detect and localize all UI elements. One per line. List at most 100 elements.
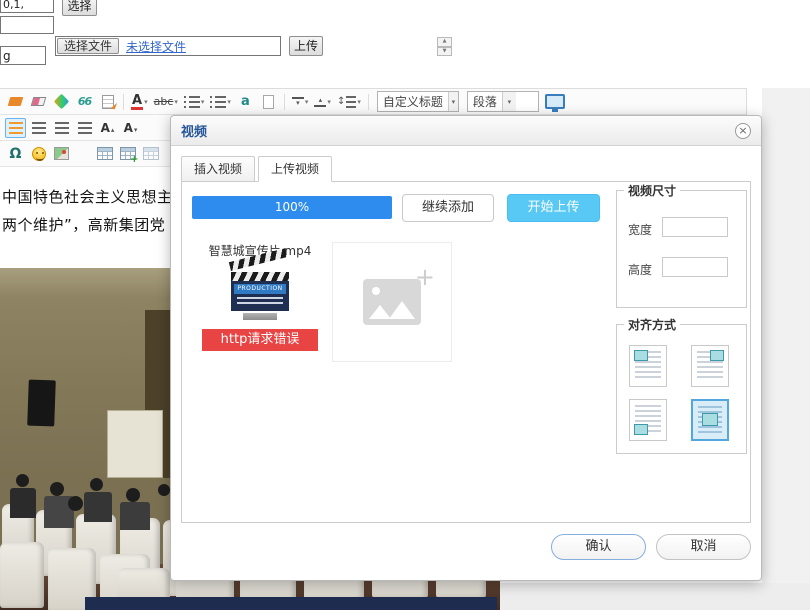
width-input[interactable] (662, 217, 728, 237)
chevron-down-icon: ▾ (144, 98, 148, 106)
align-option-center-selected[interactable] (691, 399, 729, 441)
eraser-icon[interactable] (28, 92, 49, 112)
align-left-button-selected[interactable] (5, 118, 26, 138)
fullscreen-button[interactable] (544, 92, 566, 112)
video-size-fieldset: 视频尺寸 宽度 高度 (616, 190, 747, 308)
chevron-down-icon: ▾ (201, 98, 205, 106)
map-icon (54, 147, 69, 160)
align-option-default[interactable] (629, 345, 667, 387)
font-size-up-button[interactable]: A▴ (97, 118, 118, 138)
eraser-shape-icon (31, 97, 47, 106)
top-input-3[interactable] (0, 46, 46, 65)
dialog-title: 视频 (181, 121, 207, 140)
custom-title-select[interactable]: 自定义标题▾ (377, 91, 459, 112)
font-size-up-icon: A▴ (101, 121, 115, 135)
chevron-down-icon: ▾ (305, 98, 309, 106)
file-input[interactable]: 选择文件 未选择文件 (55, 36, 281, 56)
video-size-legend: 视频尺寸 (624, 182, 680, 199)
top-input-1[interactable] (0, 0, 54, 13)
numbered-list-icon (210, 96, 226, 108)
font-color-button[interactable]: A▾ (129, 92, 150, 112)
emoji-icon (32, 147, 46, 161)
numbered-list-button[interactable]: ▾ (208, 92, 233, 112)
chevron-down-icon: ▾ (327, 98, 331, 106)
alignment-legend: 对齐方式 (624, 316, 680, 333)
monitor-icon (545, 94, 565, 109)
align-center-button[interactable] (28, 118, 49, 138)
clapper-stripe (231, 272, 289, 281)
toolbar-separator (284, 94, 285, 110)
font-size-down-icon: A▾ (124, 121, 138, 135)
clear-format-icon[interactable] (51, 92, 72, 112)
table-plus-icon (120, 147, 136, 160)
dialog-header: 视频 × (171, 116, 761, 146)
projection-screen (107, 410, 163, 478)
brush-icon (8, 97, 24, 106)
insert-table-button[interactable] (94, 144, 115, 164)
number-stepper[interactable]: ▲ ▼ (437, 37, 452, 56)
confirm-button[interactable]: 确认 (551, 534, 646, 560)
choose-file-button[interactable]: 选择文件 (57, 38, 119, 54)
paragraph-select[interactable]: 段落▾ (467, 91, 539, 112)
page: 选择 选择文件 未选择文件 上传 ▲ ▼ 66 A▾ abc▾ ▾ ▾ a ▾▾… (0, 0, 810, 610)
close-icon[interactable]: × (735, 123, 751, 139)
video-clapperboard-thumbnail: PRODUCTION (229, 262, 291, 326)
align-thumb-image-icon (702, 413, 718, 426)
table-add-button[interactable] (117, 144, 138, 164)
start-upload-button[interactable]: 开始上传 (507, 194, 600, 222)
special-char-button[interactable]: Ω (5, 144, 26, 164)
align-center-icon (32, 122, 46, 134)
stepper-up-icon[interactable]: ▲ (437, 37, 452, 47)
chevron-down-icon: ▾ (448, 92, 458, 111)
top-input-2[interactable] (0, 16, 54, 34)
height-input[interactable] (662, 257, 728, 277)
table-options-button[interactable] (140, 144, 161, 164)
chevron-down-icon: ▾ (174, 98, 178, 106)
new-page-button[interactable] (258, 92, 279, 112)
align-right-button[interactable] (51, 118, 72, 138)
cancel-button[interactable]: 取消 (656, 534, 751, 560)
photo-bottom-strip (85, 597, 497, 610)
align-option-left[interactable] (629, 399, 667, 441)
edit-document-icon[interactable] (97, 92, 118, 112)
blockquote-icon[interactable]: 66 (74, 92, 95, 112)
placeholder-mountain (369, 305, 391, 319)
uploaded-file-item[interactable]: 智慧城宣传片.mp4 PRODUCTION http请求错误 (202, 242, 318, 351)
stepper-down-icon[interactable]: ▼ (437, 47, 452, 57)
bullet-list-button[interactable]: ▾ (182, 92, 207, 112)
omega-icon: Ω (10, 146, 22, 162)
clapper-lines (237, 297, 283, 299)
page-background-bottom (500, 583, 810, 610)
continue-add-button[interactable]: 继续添加 (402, 194, 494, 222)
anchor-button[interactable]: a (235, 92, 256, 112)
align-option-right[interactable] (691, 345, 729, 387)
page-background-right (762, 88, 810, 610)
upload-button[interactable]: 上传 (289, 36, 323, 56)
line-height-icon: ↕ (337, 96, 356, 108)
custom-title-label: 自定义标题 (378, 93, 448, 110)
line-height-button[interactable]: ↕▾ (335, 92, 363, 112)
font-size-down-button[interactable]: A▾ (120, 118, 141, 138)
map-button[interactable] (51, 144, 72, 164)
add-file-placeholder[interactable]: + (332, 242, 452, 362)
tab-insert-video[interactable]: 插入视频 (181, 156, 255, 182)
strikethrough-button[interactable]: abc▾ (152, 92, 180, 112)
align-justify-button[interactable] (74, 118, 95, 138)
strikethrough-icon: abc (154, 95, 174, 108)
select-button[interactable]: 选择 (62, 0, 97, 16)
toolbar-separator (368, 94, 369, 110)
person-head (126, 488, 140, 502)
valign-bottom-button[interactable]: ▴▾ (312, 92, 333, 112)
align-thumb-image-icon (634, 350, 648, 361)
table-light-icon (143, 147, 159, 160)
upload-progress-bar: 100% (192, 196, 392, 219)
valign-top-button[interactable]: ▾▾ (290, 92, 311, 112)
format-painter-icon[interactable] (5, 92, 26, 112)
tab-upload-video[interactable]: 上传视频 (258, 156, 332, 182)
emoticon-button[interactable] (28, 144, 49, 164)
width-label: 宽度 (628, 221, 652, 238)
bullet-list-icon (184, 96, 200, 108)
quote-glyph: 66 (78, 95, 91, 108)
anchor-icon: a (241, 94, 250, 109)
chevron-down-icon: ▾ (227, 98, 231, 106)
